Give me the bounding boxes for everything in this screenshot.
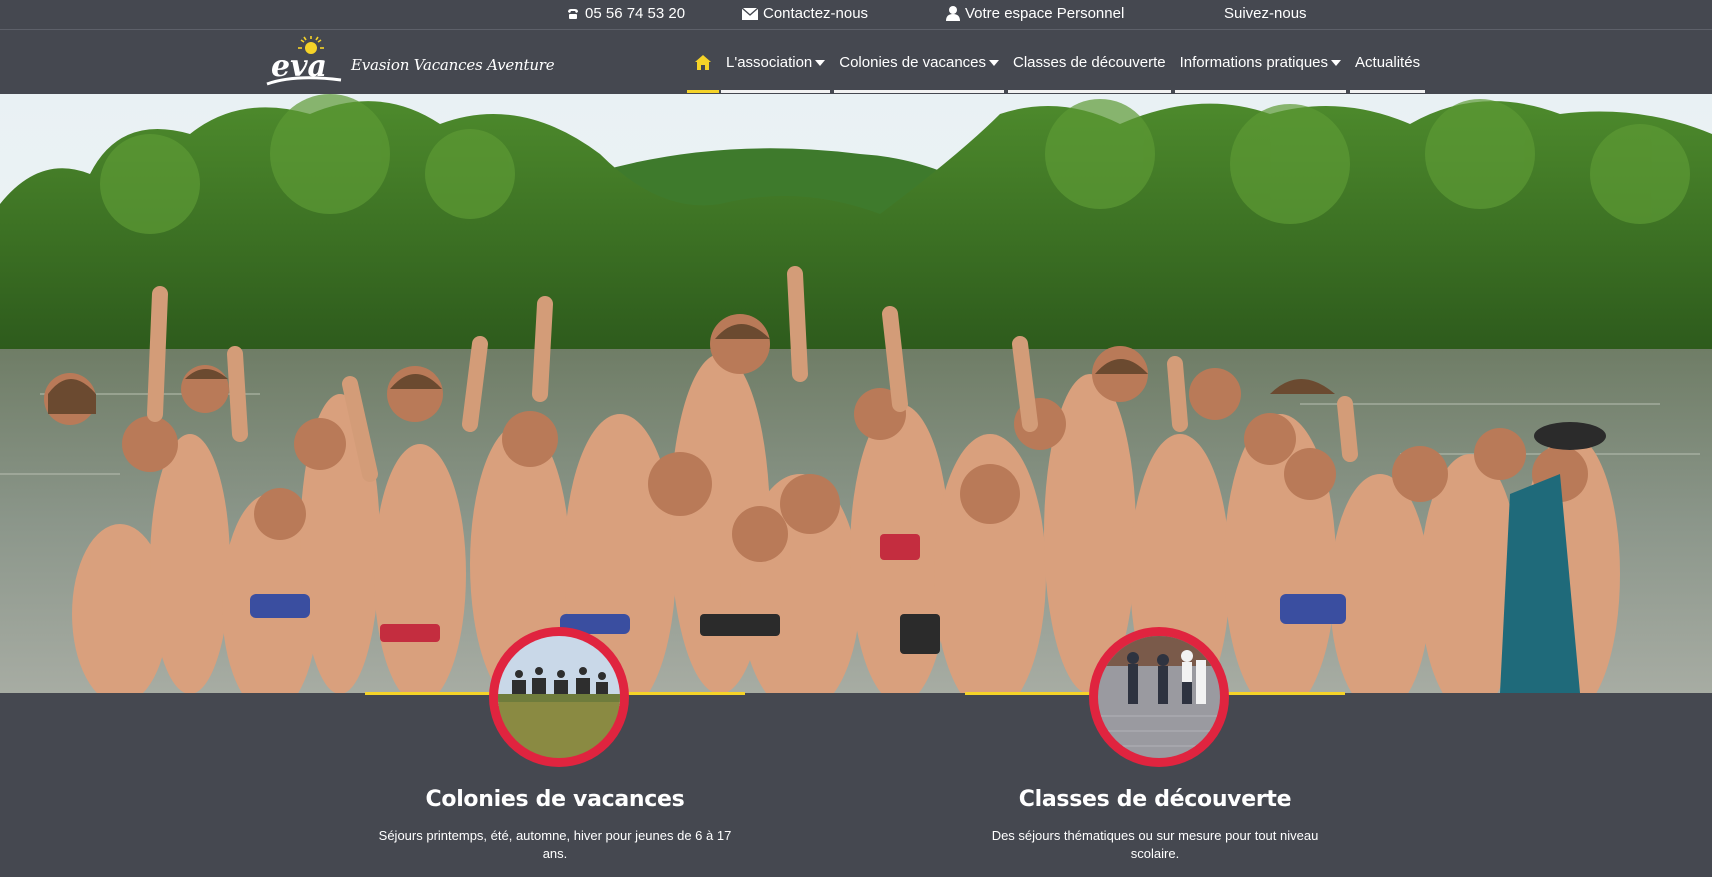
caret-down-icon [989,59,1000,66]
nav-news[interactable]: Actualités [1348,31,1427,94]
hero-photo-illustration [0,94,1712,693]
feature-classes-description: Des séjours thématiques ou sur mesure po… [991,828,1319,861]
nav-association-label: L'association [726,54,813,71]
eva-logo-icon: eva [266,36,342,86]
main-navbar: eva Evasion Vacances Aventure L'associat… [0,31,1712,94]
feature-colonies-description: Séjours printemps, été, automne, hiver p… [378,828,732,861]
main-menu: L'association Colonies de vacances Class… [687,31,1427,94]
horse-riders-thumbnail [498,636,620,758]
nav-infos-label: Informations pratiques [1179,54,1329,71]
envelope-icon [742,7,758,20]
nav-home[interactable] [687,31,719,94]
nav-classes[interactable]: Classes de découverte [1006,31,1173,94]
features-section: Colonies de vacances Séjours printemps, … [0,627,1712,877]
feature-classes-title: Classes de découverte [1018,787,1292,812]
hero-group-photo [0,94,1712,693]
contact-label: Contactez-nous [763,5,869,22]
user-icon [946,6,960,21]
phone-icon [568,8,578,19]
personal-space-link[interactable]: Votre espace Personnel [946,5,1124,22]
follow-us-link[interactable]: Suivez-nous [1224,5,1307,22]
brand-name: Evasion Vacances Aventure [351,56,555,74]
nav-classes-label: Classes de découverte [1013,54,1166,71]
contact-link[interactable]: Contactez-nous [742,5,868,22]
feature-classes-image[interactable] [1089,627,1229,767]
site-logo[interactable]: eva Evasion Vacances Aventure [265,34,555,90]
caret-down-icon [815,59,826,66]
follow-us-label: Suivez-nous [1224,5,1307,22]
nav-infos[interactable]: Informations pratiques [1173,31,1348,94]
feature-colonies-title: Colonies de vacances [425,787,685,812]
nav-association[interactable]: L'association [719,31,832,94]
home-icon [695,55,711,70]
phone-link[interactable]: 05 56 74 53 20 [566,5,685,22]
nav-news-label: Actualités [1355,54,1421,71]
top-utility-bar: 05 56 74 53 20 Contactez-nous Votre espa… [0,0,1712,30]
nav-colonies-label: Colonies de vacances [839,54,987,71]
phone-number: 05 56 74 53 20 [585,5,686,22]
caret-down-icon [1331,59,1342,66]
dancers-thumbnail [1098,636,1220,758]
feature-colonies-image[interactable] [489,627,629,767]
nav-colonies[interactable]: Colonies de vacances [832,31,1006,94]
personal-space-label: Votre espace Personnel [965,5,1125,22]
